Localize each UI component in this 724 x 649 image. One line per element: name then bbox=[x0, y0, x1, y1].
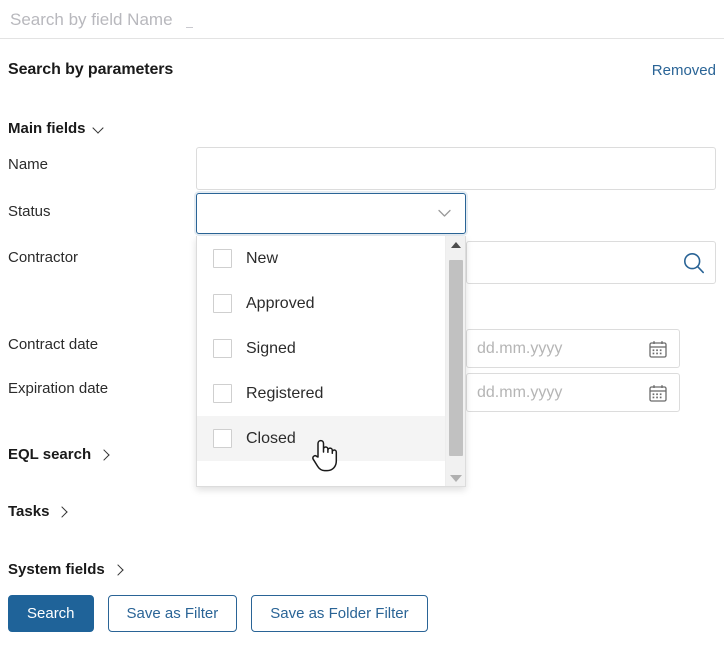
contractor-input[interactable] bbox=[466, 241, 716, 284]
action-button-bar: Search Save as Filter Save as Folder Fil… bbox=[8, 595, 428, 632]
chevron-right-icon bbox=[100, 449, 110, 461]
chevron-down-icon bbox=[438, 209, 451, 217]
expiration-date-placeholder: dd.mm.yyyy bbox=[477, 383, 563, 401]
dropdown-option-label: Signed bbox=[246, 339, 296, 357]
contract-date-placeholder: dd.mm.yyyy bbox=[477, 339, 563, 357]
page-title: Search by parameters bbox=[8, 61, 174, 78]
section-label: EQL search bbox=[8, 446, 92, 463]
calendar-icon[interactable] bbox=[649, 340, 667, 358]
triangle-up-icon bbox=[451, 242, 461, 248]
save-as-filter-button[interactable]: Save as Filter bbox=[107, 595, 238, 632]
status-dropdown-menu: New Approved Signed Registered Closed bbox=[196, 236, 466, 487]
dropdown-scrollbar[interactable] bbox=[445, 236, 465, 486]
label-expiration-date: Expiration date bbox=[8, 380, 109, 397]
contract-date-input[interactable]: dd.mm.yyyy bbox=[466, 329, 680, 368]
search-icon[interactable] bbox=[682, 251, 706, 275]
label-status: Status bbox=[8, 203, 51, 220]
checkbox-registered[interactable] bbox=[213, 384, 232, 403]
section-label: Tasks bbox=[8, 503, 50, 520]
section-eql-search[interactable]: EQL search bbox=[8, 446, 110, 463]
label-name: Name bbox=[8, 156, 49, 173]
dropdown-option-new[interactable]: New bbox=[197, 236, 446, 281]
scrollbar-thumb[interactable] bbox=[449, 260, 463, 456]
removed-link[interactable]: Removed bbox=[652, 62, 716, 79]
label-contractor: Contractor bbox=[8, 249, 79, 266]
main-fields-group-toggle[interactable]: Main fields bbox=[8, 120, 105, 137]
dropdown-option-label: Approved bbox=[246, 294, 315, 312]
dropdown-option-registered[interactable]: Registered bbox=[197, 371, 446, 416]
dropdown-option-signed[interactable]: Signed bbox=[197, 326, 446, 371]
checkbox-closed[interactable] bbox=[213, 429, 232, 448]
top-search-bar bbox=[0, 0, 724, 39]
section-label: System fields bbox=[8, 561, 105, 578]
expiration-date-input[interactable]: dd.mm.yyyy bbox=[466, 373, 680, 412]
save-as-folder-filter-button[interactable]: Save as Folder Filter bbox=[251, 595, 428, 632]
section-system-fields[interactable]: System fields bbox=[8, 561, 124, 578]
dropdown-option-label: New bbox=[246, 249, 279, 267]
triangle-down-icon bbox=[450, 474, 462, 482]
calendar-icon[interactable] bbox=[649, 384, 667, 402]
text-caret bbox=[186, 27, 193, 28]
checkbox-new[interactable] bbox=[213, 249, 232, 268]
chevron-right-icon bbox=[114, 564, 124, 576]
dropdown-option-label: Closed bbox=[246, 429, 296, 447]
label-contract-date: Contract date bbox=[8, 336, 99, 353]
dropdown-option-label: Registered bbox=[246, 384, 324, 402]
chevron-down-icon bbox=[94, 124, 105, 135]
status-select[interactable] bbox=[196, 193, 466, 234]
search-button[interactable]: Search bbox=[8, 595, 94, 632]
main-fields-label: Main fields bbox=[8, 120, 86, 137]
checkbox-signed[interactable] bbox=[213, 339, 232, 358]
dropdown-option-approved[interactable]: Approved bbox=[197, 281, 446, 326]
dropdown-option-closed[interactable]: Closed bbox=[197, 416, 446, 461]
name-input[interactable] bbox=[196, 147, 716, 190]
search-input[interactable] bbox=[8, 7, 708, 33]
scrollbar-down-button[interactable] bbox=[446, 469, 465, 486]
scrollbar-up-button[interactable] bbox=[446, 236, 465, 254]
chevron-right-icon bbox=[58, 506, 68, 518]
section-tasks[interactable]: Tasks bbox=[8, 503, 68, 520]
dropdown-options-list: New Approved Signed Registered Closed bbox=[197, 236, 446, 486]
checkbox-approved[interactable] bbox=[213, 294, 232, 313]
